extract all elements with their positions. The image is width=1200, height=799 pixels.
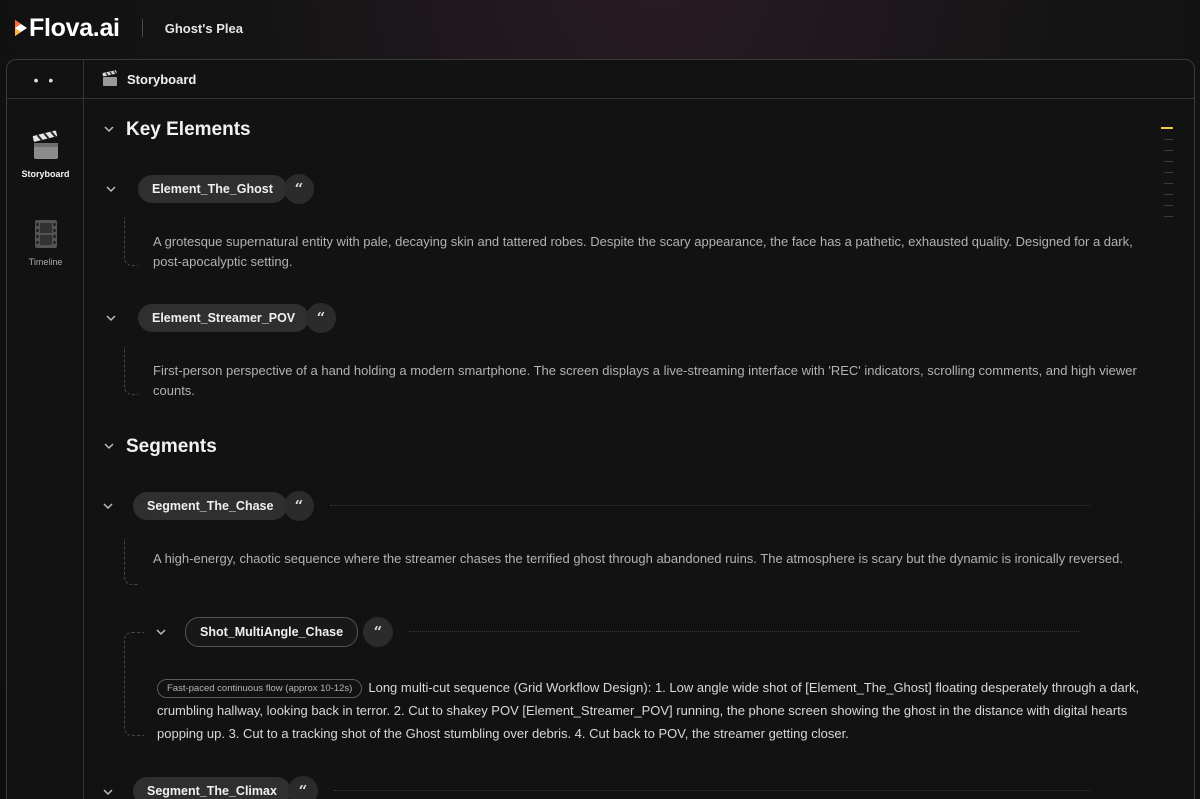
segment-description: A high-energy, chaotic sequence where th… (153, 551, 1123, 566)
tree-connector (124, 632, 144, 736)
sidebar-item-storyboard[interactable]: Storyboard (7, 129, 84, 179)
scroll-marker[interactable] (1164, 150, 1173, 151)
scroll-marker[interactable] (1164, 161, 1173, 162)
shot-description: Fast-paced continuous flow (approx 10-12… (157, 676, 1167, 745)
chevron-down-icon[interactable] (155, 626, 167, 638)
scroll-marker[interactable] (1164, 205, 1173, 206)
duration-tag: Fast-paced continuous flow (approx 10-12… (157, 679, 363, 698)
scroll-marker[interactable] (1164, 172, 1173, 173)
outline-scroll-markers[interactable] (1161, 127, 1173, 227)
segment-pill-the-climax[interactable]: Segment_The_Climax (133, 777, 291, 799)
element-pill-ghost[interactable]: Element_The_Ghost (138, 175, 287, 203)
segment-pill-the-chase[interactable]: Segment_The_Chase (133, 492, 288, 520)
header-title: Storyboard (101, 70, 196, 88)
film-strip-icon (34, 220, 57, 248)
sidebar: Storyboard Timeline (7, 99, 84, 799)
logo-play-icon (15, 20, 27, 36)
element-description: A grotesque supernatural entity with pal… (153, 234, 1133, 269)
sidebar-item-label: Storyboard (21, 169, 70, 179)
clapperboard-icon (102, 70, 117, 86)
element-description: First-person perspective of a hand holdi… (153, 363, 1137, 398)
chevron-down-icon[interactable] (103, 123, 115, 135)
quote-button[interactable]: “ (284, 491, 314, 521)
sidebar-item-timeline[interactable]: Timeline (7, 217, 84, 267)
top-bar: Flova.ai Ghost's Plea (0, 0, 1200, 56)
section-title-key-elements: Key Elements (126, 119, 251, 140)
chevron-down-icon[interactable] (105, 312, 117, 324)
chevron-down-icon[interactable] (102, 500, 114, 512)
quote-button[interactable]: “ (288, 776, 318, 799)
tree-connector (124, 347, 138, 395)
chevron-down-icon[interactable] (102, 786, 114, 798)
app-name: Flova.ai (29, 13, 120, 42)
tree-connector (124, 539, 138, 585)
top-divider (141, 19, 143, 37)
dotted-divider (330, 505, 1090, 506)
chevron-down-icon[interactable] (103, 440, 115, 452)
dotted-divider (409, 631, 1079, 632)
scroll-marker[interactable] (1164, 139, 1173, 140)
scroll-marker[interactable] (1164, 183, 1173, 184)
shot-pill-multiangle-chase[interactable]: Shot_MultiAngle_Chase (185, 617, 359, 647)
more-options-button[interactable]: • • (7, 60, 84, 99)
scroll-marker[interactable] (1164, 194, 1173, 195)
scroll-marker-active[interactable] (1161, 127, 1173, 129)
clapperboard-icon (32, 130, 58, 159)
quote-button[interactable]: “ (306, 303, 336, 333)
quote-button[interactable]: “ (363, 617, 393, 647)
frame-header: • • Storyboard (7, 60, 1194, 99)
sidebar-item-label: Timeline (28, 257, 63, 267)
chevron-down-icon[interactable] (105, 183, 117, 195)
dotted-divider (334, 790, 1090, 791)
scroll-marker[interactable] (1164, 216, 1173, 217)
tree-connector (124, 218, 138, 266)
header-title-text: Storyboard (127, 71, 197, 87)
element-pill-streamer-pov[interactable]: Element_Streamer_POV (138, 304, 310, 332)
project-title[interactable]: Ghost's Plea (165, 21, 243, 36)
section-title-segments: Segments (126, 436, 217, 457)
app-logo[interactable]: Flova.ai (14, 14, 120, 43)
quote-button[interactable]: “ (284, 174, 314, 204)
